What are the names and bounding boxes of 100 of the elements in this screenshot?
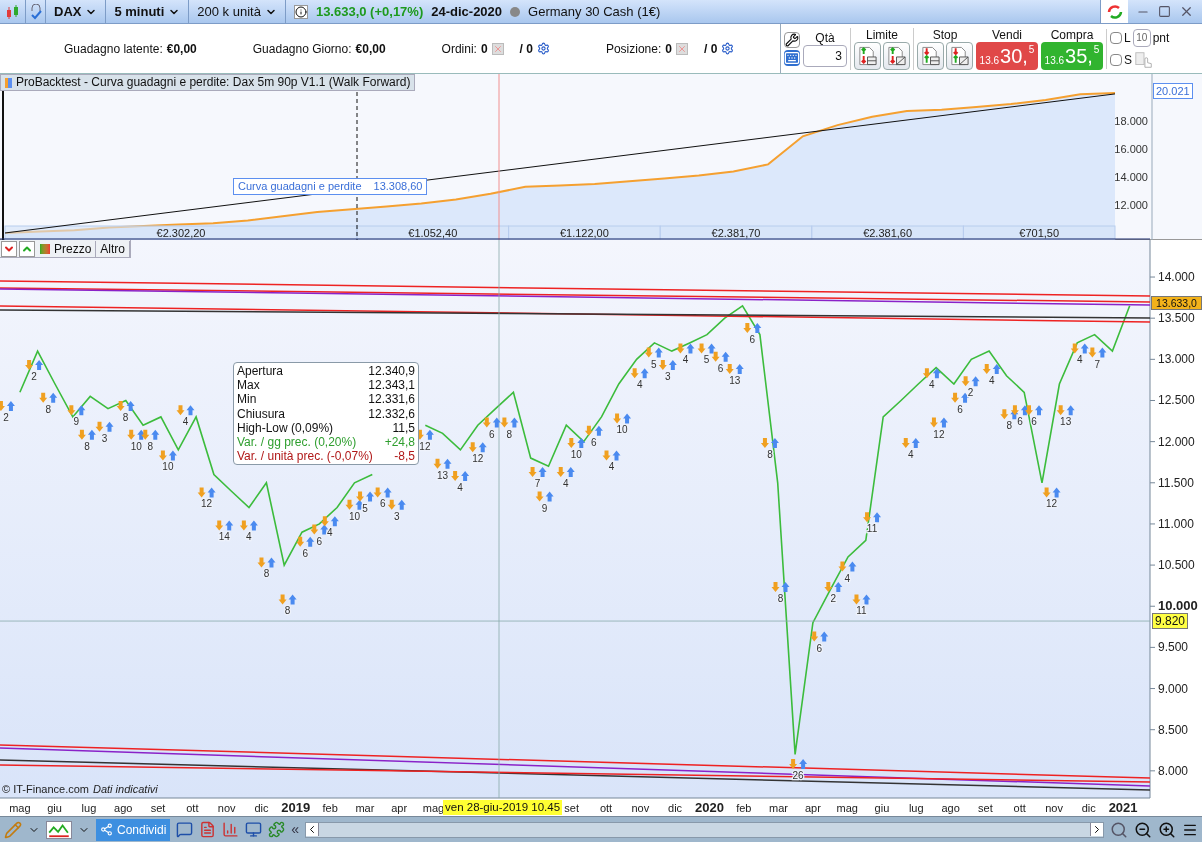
- share-icon: [100, 823, 113, 836]
- trade-arrows-icon: [697, 343, 716, 354]
- trade-count: 7: [534, 477, 541, 489]
- pane-tab[interactable]: Prezzo: [50, 240, 97, 257]
- price-legend-icon: [40, 243, 50, 254]
- symbol-dropdown[interactable]: DAX: [46, 0, 107, 23]
- settings-icon[interactable]: [721, 42, 735, 55]
- trade-count: 2: [31, 370, 37, 382]
- trade-count: 3: [101, 432, 108, 444]
- option-checkbox[interactable]: [1110, 53, 1122, 66]
- axis-tick-label: nov: [1045, 802, 1063, 814]
- points-field[interactable]: 10: [1132, 28, 1151, 47]
- order-ticket-button[interactable]: [917, 41, 944, 70]
- collapse-toggle[interactable]: «: [291, 819, 300, 840]
- trade-arrows-icon: [1025, 405, 1043, 416]
- order-ticket-button[interactable]: [854, 41, 881, 70]
- axis-tick-label: set: [564, 802, 580, 814]
- units-dropdown[interactable]: 200 k unità: [189, 0, 286, 23]
- tooltip-label: Apertura: [237, 364, 284, 379]
- trade-count: 5: [362, 502, 368, 514]
- axis-tick-label: feb: [736, 802, 752, 814]
- trade-count: 7: [1094, 358, 1101, 370]
- trade-count: 6: [379, 498, 386, 510]
- order-ticket-button[interactable]: [883, 41, 910, 70]
- trade-count: 11: [856, 605, 867, 617]
- tooltip-label: Var. / unità prec. (-0,07%): [237, 449, 373, 464]
- trade-count: 4: [1077, 354, 1083, 366]
- trade-arrows-icon: [116, 401, 135, 412]
- axis-tick-label: 11.000: [1158, 516, 1194, 531]
- trade-arrows-icon: [95, 421, 114, 432]
- axis-tick-label: 9.000: [1158, 681, 1189, 696]
- trade-arrows-icon: [584, 425, 603, 436]
- trade-count: 8: [506, 428, 513, 440]
- trade-arrows-icon: [387, 499, 406, 510]
- trade-arrows-icon: [433, 458, 452, 469]
- axis-tick-label: mag: [422, 802, 445, 814]
- refresh-arrows-icon[interactable]: [1105, 2, 1124, 21]
- trade-arrows-icon: [676, 343, 695, 354]
- bar-chart-icon[interactable]: [222, 821, 240, 838]
- document-icon[interactable]: [199, 821, 217, 838]
- cancel-icon[interactable]: [676, 42, 688, 55]
- quote-text: 13.633,0 (+0,17%): [315, 2, 424, 21]
- trade-count: 9: [73, 416, 80, 428]
- pane-tab[interactable]: Altro: [96, 240, 131, 257]
- horizontal-scrollbar[interactable]: [305, 821, 1104, 838]
- zoom-in-icon[interactable]: [1158, 820, 1176, 839]
- trade-arrows-icon: [567, 438, 586, 449]
- tooltip-value: -8,5: [394, 449, 415, 464]
- trade-count: 8: [122, 412, 129, 424]
- tooltip-label: Min: [237, 392, 257, 407]
- puzzle-icon[interactable]: [268, 821, 286, 838]
- zoom-reset-icon[interactable]: [1110, 820, 1128, 839]
- settings-icon[interactable]: [536, 42, 550, 55]
- monitor-icon[interactable]: [245, 821, 263, 838]
- chat-icon[interactable]: [176, 821, 194, 838]
- disclaimer-text: Dati indicativi: [92, 783, 158, 796]
- trade-arrows-icon: [468, 442, 487, 453]
- pending-count: / 0: [519, 40, 533, 58]
- cancel-icon[interactable]: [491, 42, 504, 55]
- axis-tick-label: apr: [391, 802, 408, 814]
- trade-arrows-icon: [1010, 405, 1029, 416]
- trade-count: 6: [302, 547, 308, 559]
- order-ticket-button[interactable]: [946, 41, 973, 70]
- keyboard-icon[interactable]: [784, 49, 800, 66]
- sell-arrow-button[interactable]: [1, 240, 17, 257]
- axis-tick-label: mag: [836, 802, 858, 814]
- timeframe-dropdown[interactable]: 5 minuti: [106, 0, 190, 23]
- axis-tick-label: mar: [769, 802, 788, 814]
- quantity-field[interactable]: 3: [803, 44, 847, 67]
- line-chart-icon[interactable]: [46, 820, 72, 839]
- period-profit: €701,50: [1019, 227, 1060, 239]
- maximize-icon[interactable]: [1158, 5, 1171, 18]
- tooltip-label: Var. / gg prec. (0,20%): [237, 435, 357, 450]
- trade-arrows-icon: [77, 429, 96, 440]
- trade-arrows-icon: [961, 376, 980, 387]
- pane-title: ProBacktest - Curva guadagni e perdite: Dax 5m 90p V1.1 (Walk Forward): [0, 74, 416, 91]
- trade-count: 4: [246, 531, 252, 543]
- zoom-out-icon[interactable]: [1134, 820, 1152, 839]
- trade-arrows-icon: [1088, 347, 1107, 358]
- axis-tick-label: 14.000: [1158, 270, 1195, 285]
- axis-tick-label: feb: [322, 802, 338, 814]
- info-icon[interactable]: [293, 4, 308, 19]
- wrench-icon[interactable]: [784, 31, 800, 48]
- axis-tick-label: 2020: [695, 800, 724, 815]
- quantity-label: Qtà: [815, 30, 835, 45]
- option-checkbox[interactable]: [1110, 31, 1122, 44]
- trade-arrows-icon: [901, 438, 920, 449]
- scroll-left-icon[interactable]: [306, 823, 320, 836]
- close-icon[interactable]: [1179, 4, 1194, 19]
- scroll-right-icon[interactable]: [1090, 823, 1103, 836]
- axis-tick-label: giu: [874, 802, 890, 814]
- period-profit: €2.381,70: [711, 227, 761, 239]
- candlestick-icon[interactable]: [4, 3, 21, 20]
- trade-count: 13: [729, 375, 741, 387]
- period-profit: €1.122,00: [559, 227, 609, 239]
- buy-arrow-button[interactable]: [19, 240, 35, 257]
- trade-count: 8: [84, 440, 90, 452]
- cursor-date-marker: ven 28-giu-2019 10.45: [443, 800, 563, 815]
- trade-count: 8: [284, 605, 291, 617]
- trade-count: 12: [1046, 498, 1058, 510]
